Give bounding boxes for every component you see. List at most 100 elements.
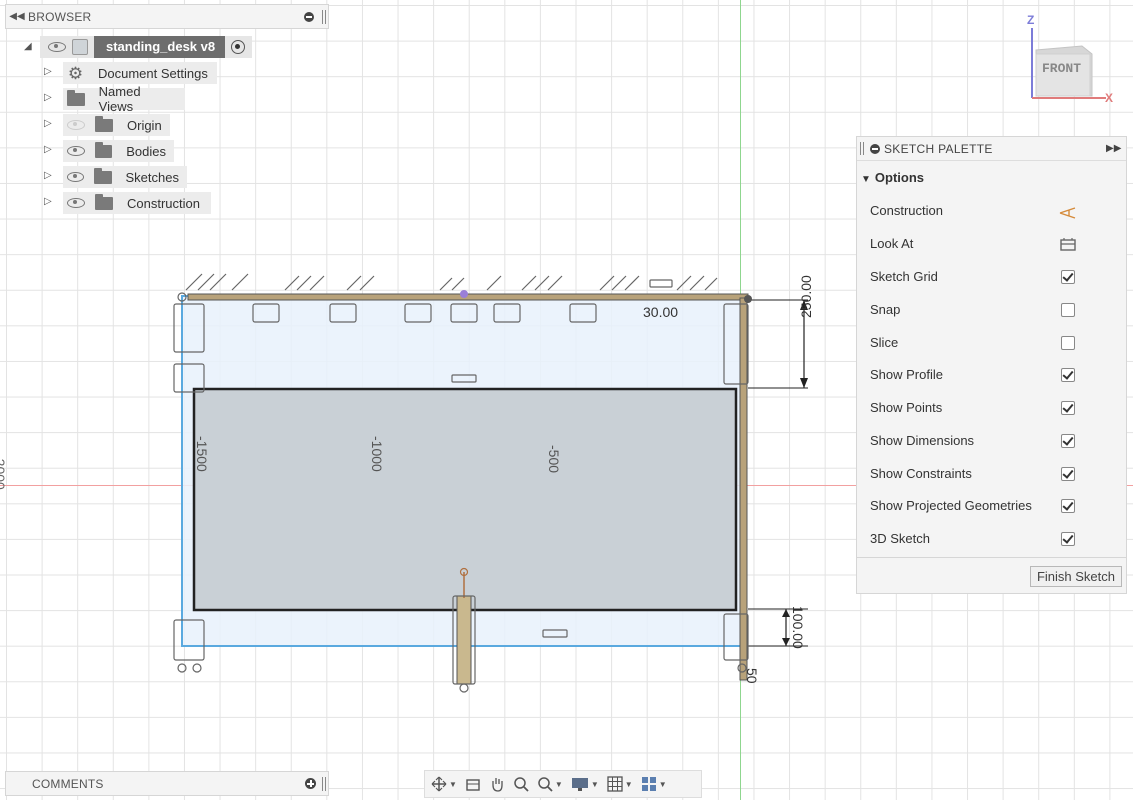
sketch-palette-header: SKETCH PALETTE ▶▶ bbox=[857, 137, 1126, 161]
ruler-label: -1000 bbox=[369, 436, 385, 472]
expand-triangle-icon[interactable]: ▷ bbox=[44, 144, 52, 155]
expand-panel-icon[interactable]: ▶▶ bbox=[1106, 143, 1126, 154]
option-label: Show Projected Geometries bbox=[870, 498, 1032, 513]
browser-item-origin-chip[interactable]: Origin bbox=[63, 114, 170, 136]
dimension-100[interactable]: 100.00 bbox=[790, 606, 806, 649]
browser-title: BROWSER bbox=[28, 9, 92, 24]
expand-triangle-icon[interactable]: ▷ bbox=[44, 196, 52, 207]
browser-item-sketches-chip[interactable]: Sketches bbox=[63, 166, 187, 188]
activate-radio-icon[interactable] bbox=[231, 40, 246, 54]
dimension-30[interactable]: 30.00 bbox=[643, 304, 678, 320]
snap-checkbox[interactable] bbox=[1061, 303, 1075, 317]
center-leg bbox=[456, 595, 472, 685]
tree-item-label: Origin bbox=[127, 117, 162, 133]
tree-item-label: Document Settings bbox=[98, 65, 208, 81]
component-icon bbox=[72, 39, 88, 55]
pan-hand-icon bbox=[492, 778, 503, 792]
add-comment-icon[interactable] bbox=[305, 778, 316, 789]
look-at-tool-icon bbox=[466, 779, 480, 791]
option-show-dimensions[interactable]: Show Dimensions bbox=[870, 431, 1075, 451]
orbit-button[interactable]: ▼ bbox=[431, 773, 457, 795]
expand-triangle-icon[interactable]: ▷ bbox=[44, 92, 52, 103]
option-show-points[interactable]: Show Points bbox=[870, 398, 1075, 418]
pan-button[interactable] bbox=[489, 773, 505, 795]
browser-item-bodies-chip[interactable]: Bodies bbox=[63, 140, 174, 162]
options-section-label: Options bbox=[874, 170, 925, 185]
browser-item-construction-chip[interactable]: Construction bbox=[63, 192, 211, 214]
options-section-header[interactable]: ▼ Options bbox=[861, 170, 924, 185]
collapse-panel-icon[interactable]: ◀◀ bbox=[6, 11, 28, 22]
look-at-icon[interactable] bbox=[1060, 237, 1076, 257]
browser-panel-header: ◀◀ BROWSER bbox=[5, 4, 329, 29]
option-label: Slice bbox=[870, 335, 899, 350]
x-axis-label: X bbox=[1105, 91, 1114, 105]
grid-settings-button[interactable]: ▼ bbox=[607, 773, 633, 795]
option-sketch-grid[interactable]: Sketch Grid bbox=[870, 267, 1075, 287]
browser-item-named-views-chip[interactable]: Named Views bbox=[63, 84, 185, 114]
view-cube-face-label[interactable]: FRONT bbox=[1042, 61, 1081, 76]
comments-panel[interactable]: COMMENTS bbox=[5, 771, 329, 796]
expand-triangle-icon[interactable]: ▷ bbox=[44, 118, 52, 129]
visibility-eye-icon[interactable] bbox=[67, 198, 85, 208]
show-projected-geometries-checkbox[interactable] bbox=[1061, 499, 1075, 513]
expand-root-icon[interactable]: ◢ bbox=[24, 41, 32, 52]
view-cube[interactable]: Z X FRONT bbox=[1018, 13, 1128, 110]
option-construction[interactable]: Construction bbox=[870, 201, 1076, 221]
folder-icon bbox=[94, 141, 113, 158]
option-show-projected-geometries[interactable]: Show Projected Geometries bbox=[870, 496, 1075, 516]
drag-grip-icon[interactable] bbox=[322, 9, 326, 24]
show-points-checkbox[interactable] bbox=[1061, 401, 1075, 415]
option-label: Sketch Grid bbox=[870, 269, 938, 284]
hidden-eye-icon[interactable] bbox=[67, 120, 85, 130]
option-show-constraints[interactable]: Show Constraints bbox=[870, 464, 1075, 484]
look-at-button[interactable] bbox=[465, 773, 481, 795]
drag-grip-icon[interactable] bbox=[860, 142, 864, 155]
display-settings-button[interactable]: ▼ bbox=[571, 773, 599, 795]
3d-sketch-checkbox[interactable] bbox=[1061, 532, 1075, 546]
browser-root-item[interactable]: standing_desk v8 bbox=[40, 36, 252, 58]
folder-icon bbox=[95, 193, 113, 210]
visibility-eye-icon[interactable] bbox=[67, 172, 85, 182]
option-look-at[interactable]: Look At bbox=[870, 234, 1076, 254]
sketch-grid-checkbox[interactable] bbox=[1061, 270, 1075, 284]
show-constraints-checkbox[interactable] bbox=[1061, 467, 1075, 481]
dimension-50[interactable]: 50 bbox=[744, 668, 760, 684]
viewports-icon bbox=[641, 777, 656, 791]
expand-triangle-icon[interactable]: ▷ bbox=[44, 66, 52, 77]
z-axis-label: Z bbox=[1027, 13, 1035, 27]
tree-item-label: Sketches bbox=[125, 169, 179, 185]
tree-item-label: Construction bbox=[127, 195, 200, 211]
ruler-label: -2000 bbox=[0, 454, 8, 490]
option-slice[interactable]: Slice bbox=[870, 333, 1075, 353]
collapse-triangle-icon[interactable]: ▼ bbox=[861, 174, 871, 185]
folder-icon bbox=[94, 167, 112, 184]
finish-sketch-button[interactable]: Finish Sketch bbox=[1030, 566, 1122, 587]
drag-grip-icon[interactable] bbox=[322, 776, 326, 791]
ruler-label: -500 bbox=[546, 445, 562, 474]
option-label: Show Profile bbox=[870, 367, 943, 382]
option-label: Look At bbox=[870, 236, 914, 251]
slice-checkbox[interactable] bbox=[1061, 336, 1075, 350]
minimize-icon[interactable] bbox=[870, 143, 880, 154]
option-3d-sketch[interactable]: 3D Sketch bbox=[870, 529, 1075, 549]
option-label: Show Constraints bbox=[870, 466, 972, 481]
zoom-window-button[interactable]: ▼ bbox=[537, 773, 563, 795]
viewports-button[interactable]: ▼ bbox=[641, 773, 667, 795]
construction-icon[interactable] bbox=[1059, 205, 1077, 225]
show-dimensions-checkbox[interactable] bbox=[1061, 434, 1075, 448]
option-show-profile[interactable]: Show Profile bbox=[870, 365, 1075, 385]
right-board bbox=[739, 297, 748, 681]
expand-triangle-icon[interactable]: ▷ bbox=[44, 170, 52, 181]
zoom-button[interactable] bbox=[513, 773, 529, 795]
browser-item-document-settings-chip[interactable]: ⚙ Document Settings bbox=[63, 62, 217, 84]
tree-item-label: Bodies bbox=[126, 143, 166, 159]
visibility-eye-icon[interactable] bbox=[48, 42, 66, 52]
show-profile-checkbox[interactable] bbox=[1061, 368, 1075, 382]
visibility-eye-icon[interactable] bbox=[67, 146, 85, 156]
display-monitor-icon bbox=[571, 778, 588, 791]
option-snap[interactable]: Snap bbox=[870, 300, 1075, 320]
option-label: 3D Sketch bbox=[870, 531, 930, 546]
sketch-palette: SKETCH PALETTE ▶▶ ▼ Options Construction … bbox=[856, 136, 1127, 594]
dimension-250[interactable]: 250.00 bbox=[798, 275, 814, 318]
pin-icon[interactable] bbox=[302, 10, 316, 24]
